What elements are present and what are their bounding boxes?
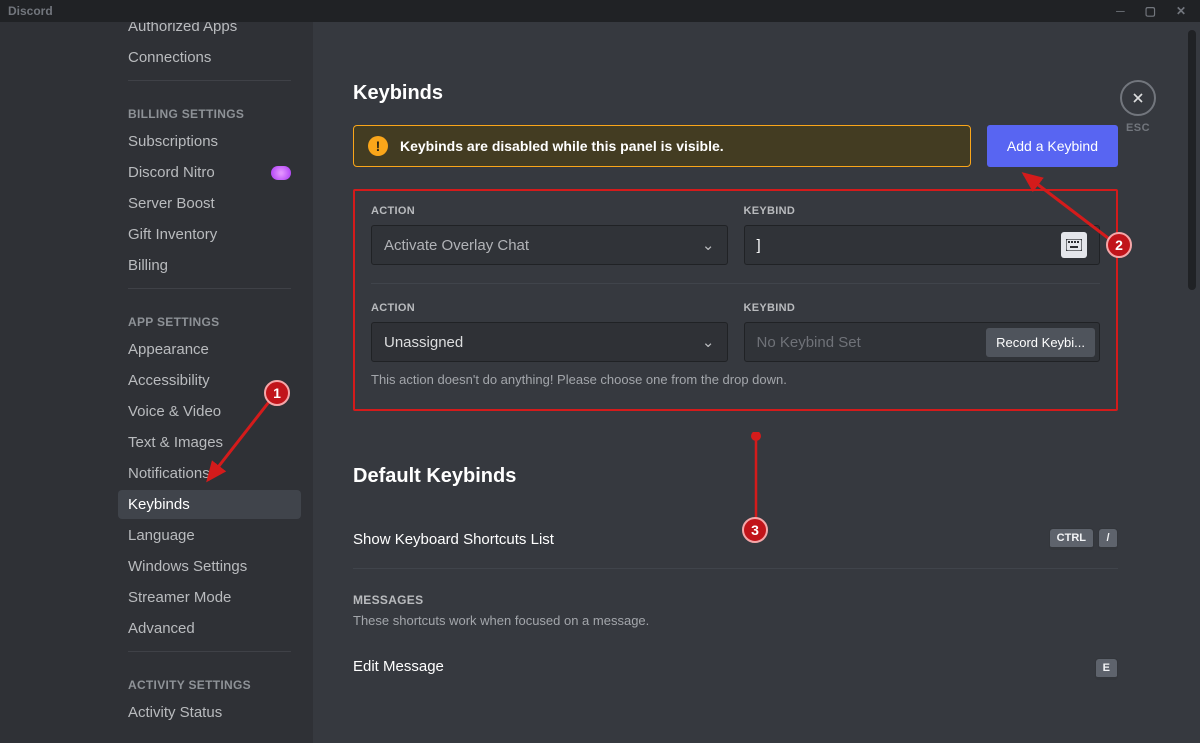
divider <box>128 80 291 81</box>
sidebar-item-nitro[interactable]: Discord Nitro <box>118 158 301 187</box>
keycap: E <box>1095 658 1118 680</box>
divider <box>371 283 1100 284</box>
minimize-icon[interactable]: ─ <box>1116 4 1125 18</box>
sidebar-header-app: APP SETTINGS <box>118 297 301 335</box>
chevron-down-icon: ⌄ <box>702 236 715 254</box>
keycap: CTRL <box>1049 528 1094 550</box>
close-circle-icon[interactable] <box>1120 80 1156 116</box>
sidebar-item-billing[interactable]: Billing <box>118 251 301 280</box>
action-value: Activate Overlay Chat <box>384 237 529 254</box>
default-keybind-row: Show Keyboard Shortcuts List CTRL / <box>353 512 1118 566</box>
sidebar-item-connections[interactable]: Connections <box>118 43 301 72</box>
divider <box>128 288 291 289</box>
keycap-group: CTRL / <box>1049 528 1118 550</box>
divider <box>353 568 1118 569</box>
add-keybind-button[interactable]: Add a Keybind <box>987 125 1118 167</box>
sidebar-header-billing: BILLING SETTINGS <box>118 89 301 127</box>
annotation-marker-1: 1 <box>264 380 290 406</box>
keybind-row: ACTION Activate Overlay Chat ⌄ KEYBIND ] <box>371 205 1100 265</box>
sidebar-item-language[interactable]: Language <box>118 521 301 550</box>
esc-label: ESC <box>1120 122 1156 134</box>
main-layout: Authorized Apps Connections BILLING SETT… <box>0 22 1200 743</box>
action-label: ACTION <box>371 302 728 314</box>
default-keybind-row: Edit Message E <box>353 658 1118 680</box>
app-title: Discord <box>8 4 1116 18</box>
sidebar-item-appearance[interactable]: Appearance <box>118 335 301 364</box>
warning-icon: ! <box>368 136 388 156</box>
sidebar-header-activity: ACTIVITY SETTINGS <box>118 660 301 698</box>
page-title: Keybinds <box>353 82 1118 105</box>
settings-sidebar: Authorized Apps Connections BILLING SETT… <box>0 22 313 743</box>
annotation-marker-2: 2 <box>1106 232 1132 258</box>
messages-header: MESSAGES <box>353 593 1118 607</box>
keybind-label: KEYBIND <box>744 302 1101 314</box>
sidebar-item-subscriptions[interactable]: Subscriptions <box>118 127 301 156</box>
keybind-input[interactable]: ] <box>744 225 1101 265</box>
nitro-badge-icon <box>271 166 291 180</box>
keybind-input[interactable]: No Keybind Set Record Keybi... <box>744 322 1101 362</box>
sidebar-item-authorized-apps[interactable]: Authorized Apps <box>118 22 301 41</box>
scrollbar[interactable] <box>1188 30 1196 290</box>
sidebar-item-streamer-mode[interactable]: Streamer Mode <box>118 583 301 612</box>
warning-text: Keybinds are disabled while this panel i… <box>400 138 724 154</box>
sidebar-item-advanced[interactable]: Advanced <box>118 614 301 643</box>
action-select[interactable]: Activate Overlay Chat ⌄ <box>371 225 728 265</box>
record-keybind-button[interactable]: Record Keybi... <box>986 328 1095 357</box>
action-label: ACTION <box>371 205 728 217</box>
annotation-marker-3: 3 <box>742 517 768 543</box>
default-row-label: Edit Message <box>353 658 444 680</box>
keyboard-icon <box>1061 232 1087 258</box>
titlebar: Discord ─ ▢ ✕ <box>0 0 1200 22</box>
sidebar-item-notifications[interactable]: Notifications <box>118 459 301 488</box>
action-select[interactable]: Unassigned ⌄ <box>371 322 728 362</box>
keycap: / <box>1098 528 1118 550</box>
keybind-value: ] <box>757 237 761 254</box>
content-area: ESC Keybinds ! Keybinds are disabled whi… <box>313 22 1200 743</box>
messages-desc: These shortcuts work when focused on a m… <box>353 613 1118 628</box>
action-value: Unassigned <box>384 334 463 351</box>
divider <box>128 651 291 652</box>
sidebar-item-keybinds[interactable]: Keybinds <box>118 490 301 519</box>
keybind-placeholder: No Keybind Set <box>757 334 861 351</box>
warning-banner: ! Keybinds are disabled while this panel… <box>353 125 971 167</box>
keybind-row: ACTION Unassigned ⌄ KEYBIND No Keybind S… <box>371 302 1100 362</box>
close-settings[interactable]: ESC <box>1120 80 1156 134</box>
header-row: ! Keybinds are disabled while this panel… <box>353 125 1118 167</box>
sidebar-item-windows-settings[interactable]: Windows Settings <box>118 552 301 581</box>
defaults-title: Default Keybinds <box>353 465 1118 488</box>
sidebar-item-gift-inventory[interactable]: Gift Inventory <box>118 220 301 249</box>
default-row-label: Show Keyboard Shortcuts List <box>353 531 554 548</box>
window-controls: ─ ▢ ✕ <box>1116 4 1192 18</box>
sidebar-item-activity-status[interactable]: Activity Status <box>118 698 301 727</box>
maximize-icon[interactable]: ▢ <box>1145 4 1156 18</box>
custom-keybinds-area: ACTION Activate Overlay Chat ⌄ KEYBIND ] <box>353 189 1118 411</box>
keybind-label: KEYBIND <box>744 205 1101 217</box>
chevron-down-icon: ⌄ <box>702 333 715 351</box>
sidebar-item-text-images[interactable]: Text & Images <box>118 428 301 457</box>
keybind-hint: This action doesn't do anything! Please … <box>371 372 1100 387</box>
sidebar-item-label: Discord Nitro <box>128 164 215 181</box>
sidebar-item-server-boost[interactable]: Server Boost <box>118 189 301 218</box>
close-icon[interactable]: ✕ <box>1176 4 1186 18</box>
